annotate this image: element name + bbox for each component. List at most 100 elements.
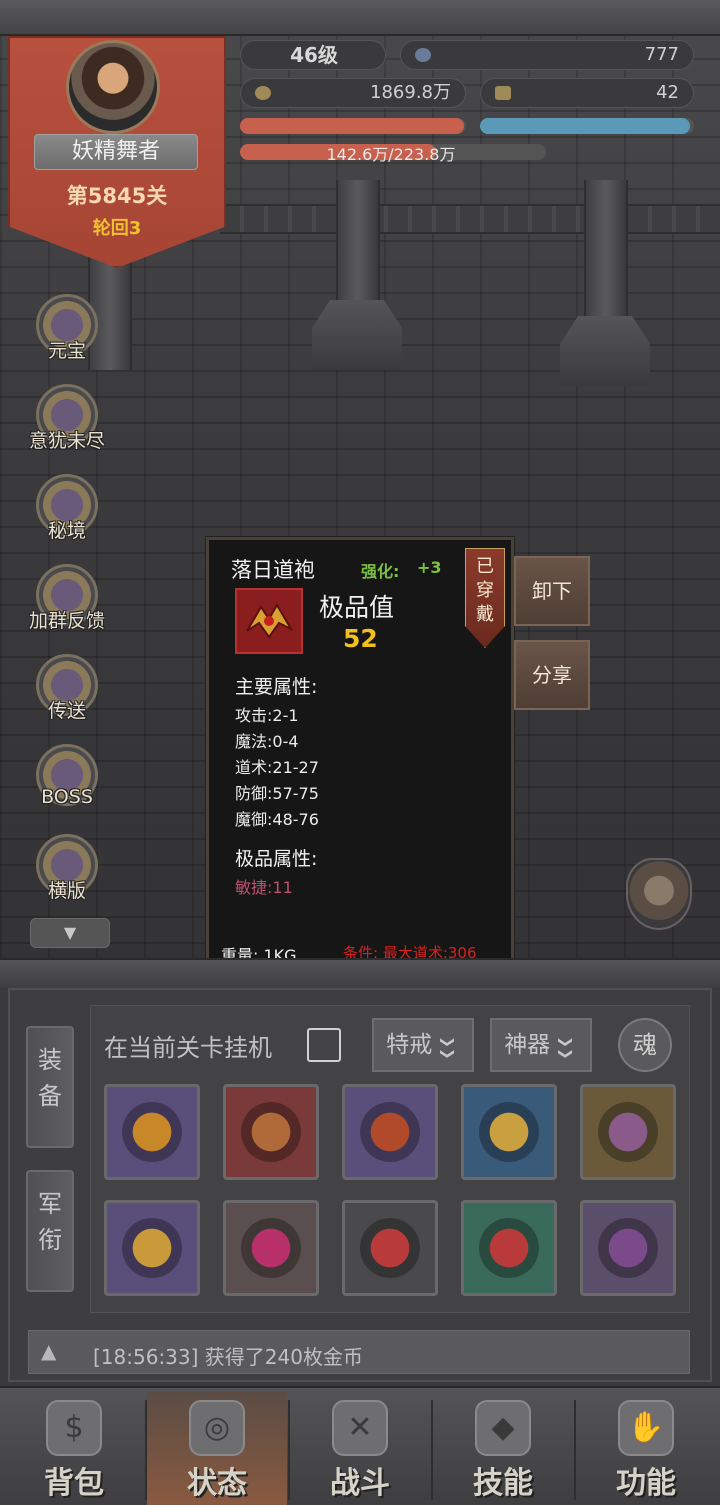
skill-icon: ◆: [475, 1400, 531, 1456]
panel-divider: [0, 958, 720, 988]
ring-2-item-icon: [241, 1218, 301, 1278]
weapon-item-icon: [122, 1102, 182, 1162]
side-menu-dragon[interactable]: BOSS: [22, 742, 112, 824]
side-menu-label: 加群反馈: [28, 610, 105, 632]
item-popup: 落日道袍 强化: +3 已 穿 戴 极品值 52 主要属性: 攻击:2-1 魔法…: [205, 536, 515, 968]
idle-label: 在当前关卡挂机: [104, 1034, 272, 1062]
artifact-dropdown[interactable]: 神器 ❯❯: [490, 1018, 592, 1072]
nav-item-function[interactable]: ✋ 功能: [576, 1392, 716, 1505]
armor-shield-icon[interactable]: [626, 858, 692, 930]
unequip-button[interactable]: 卸下: [514, 556, 590, 626]
bracer-slot[interactable]: [580, 1084, 676, 1180]
main-attrs-title: 主要属性:: [235, 676, 318, 698]
chevron-down-icon: ❯❯: [558, 1036, 574, 1060]
pillar: [584, 180, 628, 320]
attr-row: 攻击:2-1: [235, 706, 299, 725]
attr-row: 道术:21-27: [235, 758, 319, 777]
ring-slot-3[interactable]: [342, 1200, 438, 1296]
quality-value: 52: [343, 624, 378, 653]
idle-checkbox[interactable]: [307, 1028, 341, 1062]
robe-icon: [235, 588, 303, 654]
nav-item-skill[interactable]: ◆ 技能: [433, 1392, 573, 1505]
equipped-badge: 已 穿 戴: [465, 548, 505, 648]
nav-item-bag[interactable]: $ 背包: [4, 1392, 144, 1505]
side-menu-crown[interactable]: 横版: [22, 832, 112, 914]
ring-4-item-icon: [479, 1218, 539, 1278]
tab-rank-label: 军衔: [38, 1190, 62, 1254]
ring-slot-1[interactable]: [104, 1200, 200, 1296]
pillar-base: [312, 300, 402, 370]
side-menu-feedback[interactable]: 加群反馈: [22, 562, 112, 644]
side-menu-label: 秘境: [47, 520, 86, 542]
nav-label: 功能: [616, 1466, 676, 1501]
side-menu-teleport[interactable]: 传送: [22, 652, 112, 734]
side-menu-orb[interactable]: 意犹未尽: [22, 382, 112, 464]
mp-fill: [480, 118, 690, 134]
gem-icon: [415, 48, 431, 62]
necklace-slot[interactable]: [461, 1084, 557, 1180]
ring-1-item-icon: [122, 1218, 182, 1278]
bonus-attr-row: 敏捷:11: [235, 878, 293, 897]
attr-row: 魔法:0-4: [235, 732, 299, 751]
side-menu-portal[interactable]: 秘境: [22, 472, 112, 554]
chevron-down-icon: ❯❯: [440, 1036, 456, 1060]
level-pill: 46级: [240, 40, 386, 70]
share-button[interactable]: 分享: [514, 640, 590, 710]
side-menu-label: 横版: [47, 880, 86, 902]
hp-fill: [240, 118, 464, 134]
enhance-label: 强化:: [361, 562, 400, 581]
stage-label: 第5845关: [66, 184, 168, 208]
message-log[interactable]: ▲ [18:56:33] 获得了240枚金币: [28, 1330, 690, 1374]
pillar-base: [560, 316, 650, 386]
weapon-slot[interactable]: [104, 1084, 200, 1180]
ring-3-item-icon: [360, 1218, 420, 1278]
item-name: 落日道袍: [231, 558, 315, 582]
status-icon: ◎: [189, 1400, 245, 1456]
side-menu-label: 意犹未尽: [28, 430, 105, 452]
enhance-value: +3: [417, 558, 442, 577]
side-menu-label: BOSS: [41, 786, 93, 808]
nav-separator: [288, 1400, 290, 1500]
boots-slot[interactable]: [580, 1200, 676, 1296]
ceiling: [0, 0, 720, 36]
armor-slot[interactable]: [223, 1084, 319, 1180]
ring-slot-2[interactable]: [223, 1200, 319, 1296]
nav-label: 状态: [187, 1466, 247, 1501]
battle-icon: ✕: [332, 1400, 388, 1456]
gold-value: 1869.8万: [370, 82, 451, 103]
ingot-icon: [495, 86, 511, 100]
helmet-slot[interactable]: [342, 1084, 438, 1180]
points-value: 777: [644, 44, 679, 65]
attr-row: 防御:57-75: [235, 784, 319, 803]
gold-pill: 1869.8万: [240, 78, 466, 108]
ring-slot-4[interactable]: [461, 1200, 557, 1296]
player-name: 妖精舞者: [34, 134, 198, 170]
wall-band: [220, 204, 720, 234]
nav-separator: [431, 1400, 433, 1500]
side-menu-gold-ingot[interactable]: 元宝: [22, 292, 112, 374]
function-icon: ✋: [618, 1400, 674, 1456]
avatar[interactable]: [66, 40, 160, 134]
tab-rank[interactable]: 军衔: [26, 1170, 74, 1292]
tab-equipment-label: 装备: [38, 1046, 62, 1110]
ingot-pill: 42: [480, 78, 694, 108]
side-menu-toggle[interactable]: ▼: [30, 918, 110, 948]
soul-button[interactable]: 魂: [618, 1018, 672, 1072]
bag-icon: $: [46, 1400, 102, 1456]
bonus-attrs-title: 极品属性:: [235, 848, 318, 870]
tab-equipment[interactable]: 装备: [26, 1026, 74, 1148]
nav-item-status[interactable]: ◎ 状态: [147, 1392, 287, 1505]
equipped-badge-char: 穿: [476, 580, 494, 601]
attr-row: 魔御:48-76: [235, 810, 319, 829]
armor-item-icon: [241, 1102, 301, 1162]
bracer-item-icon: [598, 1102, 658, 1162]
pillar: [336, 180, 380, 310]
points-pill: 777: [400, 40, 694, 70]
equipped-badge-char: 已: [476, 556, 494, 577]
expand-arrow-icon[interactable]: ▲: [41, 1339, 56, 1363]
level-label: 46级: [290, 43, 338, 67]
boots-item-icon: [598, 1218, 658, 1278]
ring-dropdown[interactable]: 特戒 ❯❯: [372, 1018, 474, 1072]
side-menu-label: 传送: [47, 700, 86, 722]
nav-item-battle[interactable]: ✕ 战斗: [290, 1392, 430, 1505]
